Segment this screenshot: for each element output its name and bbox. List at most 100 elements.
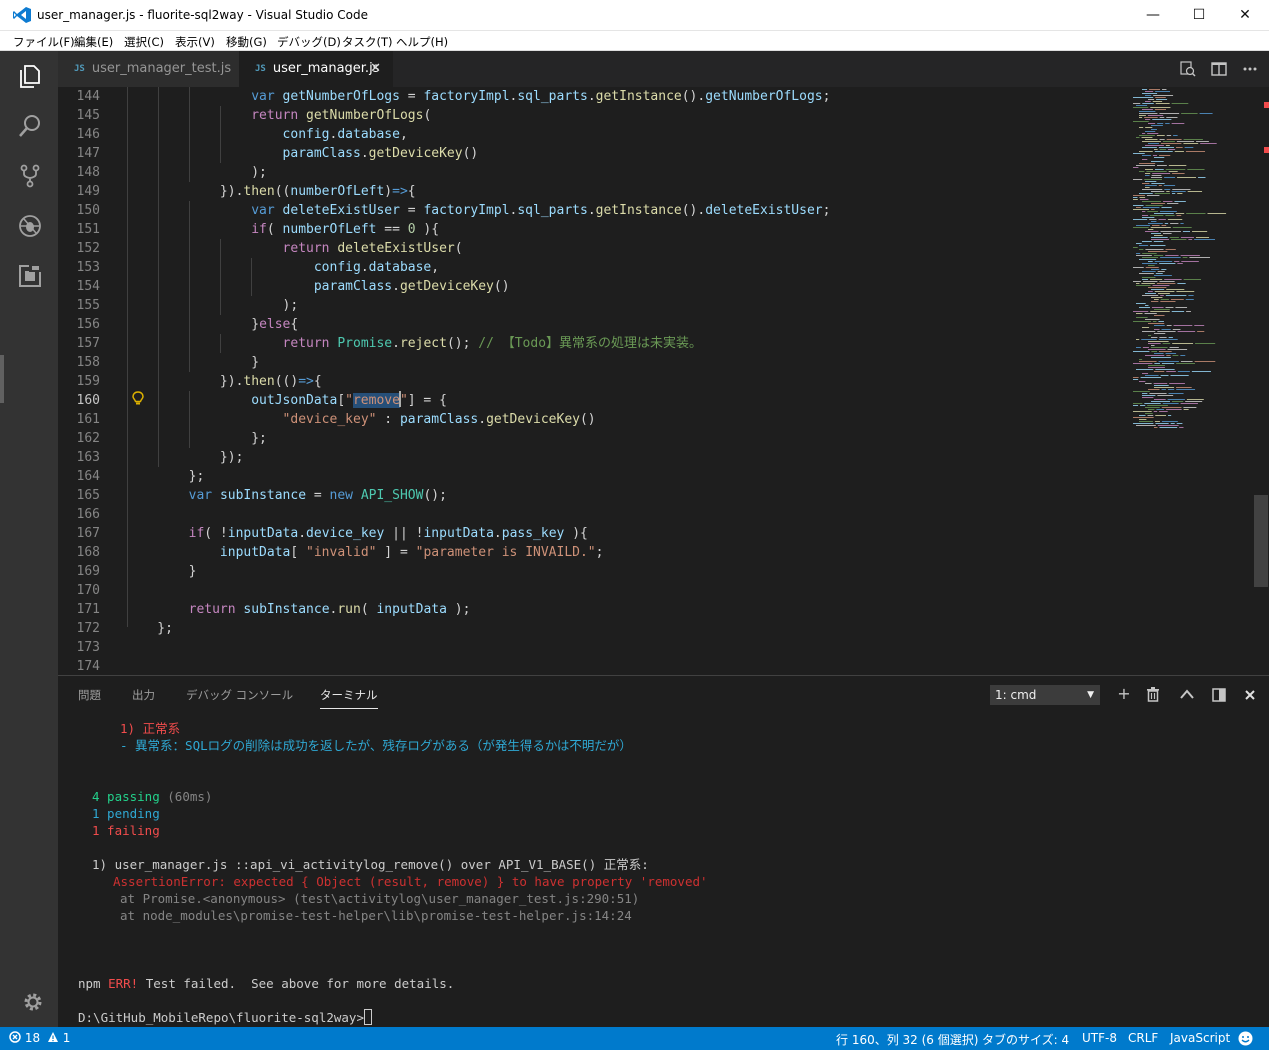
tab-debug-console[interactable]: デバッグ コンソール	[186, 687, 293, 703]
minimap-code-line	[1154, 169, 1164, 170]
minimap-code-line	[1142, 133, 1146, 134]
minimap-code-line	[1165, 145, 1170, 146]
close-tab-icon[interactable]: ✕	[370, 51, 381, 87]
language-mode[interactable]: JavaScript	[1170, 1031, 1230, 1045]
lightbulb-icon[interactable]	[131, 391, 145, 407]
minimap-code-line	[1154, 329, 1160, 330]
close-panel-icon[interactable]	[1244, 689, 1256, 701]
minimap-code-line	[1171, 193, 1176, 194]
menu-go[interactable]: 移動(G)	[226, 34, 267, 50]
minimap-code-line	[1145, 101, 1151, 102]
minimap-code-line	[1166, 191, 1170, 192]
minimap-code-line	[1142, 159, 1148, 160]
minimap-code-line	[1151, 289, 1165, 290]
overview-error-marker	[1264, 147, 1269, 153]
minimap-code-line	[1171, 123, 1185, 124]
minimap-code-line	[1148, 99, 1155, 100]
minimap-code-line	[1165, 353, 1177, 354]
menu-debug[interactable]: デバッグ(D)	[277, 34, 341, 50]
tab-size[interactable]: タブのサイズ: 4	[982, 1031, 1069, 1048]
tab-output[interactable]: 出力	[132, 687, 155, 703]
minimap-code-line	[1136, 347, 1141, 348]
debug-icon[interactable]	[17, 213, 43, 239]
minimap-code-line	[1133, 363, 1153, 364]
end-of-line[interactable]: CRLF	[1128, 1031, 1158, 1045]
code-editor[interactable]: 144 var getNumberOfLogs = factoryImpl.sq…	[58, 87, 1269, 675]
minimap-code-line	[1136, 207, 1141, 208]
code-line: 156 }else{	[76, 317, 299, 332]
minimap-code-line	[1139, 415, 1146, 416]
minimap-code-line	[1151, 221, 1157, 222]
code-line: 154 paramClass.getDeviceKey()	[76, 279, 510, 294]
minimap[interactable]	[1133, 87, 1258, 675]
scrollbar-thumb[interactable]	[1254, 495, 1268, 587]
encoding[interactable]: UTF-8	[1082, 1031, 1117, 1045]
maximize-panel-chevron-up-icon[interactable]	[1180, 688, 1194, 700]
minimap-code-line	[1167, 349, 1188, 350]
split-editor-icon[interactable]	[1211, 61, 1227, 77]
minimap-code-line	[1142, 393, 1148, 394]
minimap-code-line	[1151, 161, 1164, 162]
menu-tasks[interactable]: タスク(T)	[342, 34, 393, 50]
maximize-button[interactable]: ☐	[1176, 0, 1222, 31]
explorer-icon[interactable]	[17, 63, 43, 89]
more-actions-icon[interactable]	[1242, 61, 1258, 77]
source-control-icon[interactable]	[17, 163, 43, 189]
menu-selection[interactable]: 選択(C)	[124, 34, 164, 50]
tab-terminal[interactable]: ターミナル	[320, 687, 378, 709]
terminal-failure-title: 1) user_manager.js ::api_vi_activitylog_…	[92, 857, 649, 872]
minimap-code-line	[1151, 191, 1165, 192]
minimap-code-line	[1166, 135, 1172, 136]
minimap-code-line	[1136, 285, 1151, 286]
feedback-smiley-icon[interactable]	[1238, 1031, 1253, 1046]
code-line: 164 };	[76, 469, 205, 484]
minimap-code-line	[1152, 285, 1170, 286]
minimap-code-line	[1176, 141, 1195, 142]
minimap-code-line	[1154, 387, 1175, 388]
minimap-code-line	[1154, 363, 1160, 364]
terminal-select[interactable]: 1: cmd ▼	[990, 685, 1100, 705]
minimap-code-line	[1187, 191, 1203, 192]
cursor-position[interactable]: 行 160、列 32 (6 個選択)	[836, 1031, 978, 1048]
minimap-code-line	[1152, 173, 1171, 174]
minimap-code-line	[1154, 385, 1169, 386]
menu-edit[interactable]: 編集(E)	[74, 34, 113, 50]
search-icon[interactable]	[17, 113, 43, 139]
tab-user-manager[interactable]: JS user_manager.js ✕	[239, 51, 393, 87]
close-window-button[interactable]: ✕	[1222, 0, 1268, 31]
minimap-code-line	[1160, 301, 1176, 302]
minimap-code-line	[1151, 203, 1166, 204]
menu-help[interactable]: ヘルプ(H)	[396, 34, 448, 50]
minimap-code-line	[1156, 283, 1176, 284]
minimap-code-line	[1154, 149, 1158, 150]
minimap-code-line	[1142, 395, 1156, 396]
editor-scrollbar[interactable]	[1254, 87, 1269, 675]
minimap-code-line	[1180, 355, 1186, 356]
terminal-prompt[interactable]: D:\GitHub_MobileRepo\fluorite-sql2way>	[78, 1009, 372, 1026]
trash-icon[interactable]	[1146, 687, 1160, 702]
menu-bar: ファイル(F) 編集(E) 選択(C) 表示(V) 移動(G) デバッグ(D) …	[0, 31, 1269, 51]
minimize-button[interactable]: —	[1130, 0, 1176, 31]
minimap-code-line	[1142, 93, 1158, 94]
menu-view[interactable]: 表示(V)	[175, 34, 215, 50]
new-terminal-icon[interactable]: +	[1114, 684, 1134, 704]
minimap-code-line	[1148, 229, 1154, 230]
minimap-code-line	[1144, 403, 1161, 404]
minimap-code-line	[1176, 387, 1192, 388]
tab-user-manager-test[interactable]: JS user_manager_test.js	[58, 51, 239, 87]
menu-file[interactable]: ファイル(F)	[13, 34, 75, 50]
window-edge-marker	[0, 355, 4, 403]
minimap-code-line	[1145, 413, 1153, 414]
open-changes-icon[interactable]	[1180, 61, 1196, 77]
problems-status[interactable]: 18 1	[9, 1031, 70, 1045]
minimap-code-line	[1142, 295, 1159, 296]
minimap-code-line	[1176, 291, 1195, 292]
tab-problems[interactable]: 問題	[78, 687, 101, 703]
extensions-icon[interactable]	[17, 263, 43, 289]
settings-gear-icon[interactable]	[22, 991, 44, 1013]
minimap-code-line	[1139, 259, 1157, 260]
minimap-code-line	[1159, 351, 1172, 352]
minimap-code-line	[1151, 357, 1171, 358]
minimap-code-line	[1133, 321, 1151, 322]
toggle-panel-position-icon[interactable]	[1212, 688, 1226, 702]
